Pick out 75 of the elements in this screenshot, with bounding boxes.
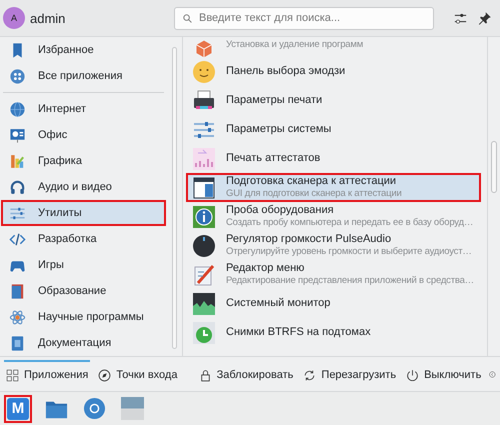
footer-tab[interactable]: Точки входа [96, 360, 180, 388]
app-item[interactable]: Подготовка сканера к аттестации GUI для подготовки сканера к аттестации [186, 173, 481, 202]
search-icon [182, 12, 193, 24]
app-description: Создать пробу компьютера и передать ее в базу оборуд… [226, 217, 474, 229]
code-icon [9, 230, 26, 248]
app-item[interactable]: Регулятор громкости PulseAudio Отрегулируйте уровень громкости и выберите аудиоуст… [186, 231, 481, 260]
session-button[interactable]: Выключить [404, 360, 484, 388]
book-icon [9, 282, 26, 300]
power-icon [406, 368, 420, 382]
sidebar-item[interactable]: Все приложения [1, 63, 166, 89]
app-name: Параметры системы [226, 123, 332, 136]
app-item[interactable]: Системный монитор [186, 289, 481, 318]
app-name: Регулятор громкости PulseAudio [226, 233, 392, 246]
scrollbar[interactable] [172, 47, 177, 349]
scrollbar[interactable] [491, 141, 497, 193]
app-description: GUI для подготовки сканера к аттестации [226, 188, 402, 200]
grid-icon [6, 368, 19, 382]
app-name: Панель выбора эмодзи [226, 65, 346, 78]
sidebar-item[interactable]: Избранное [1, 37, 166, 63]
smiley-icon [192, 60, 216, 84]
pin-icon[interactable] [477, 10, 492, 26]
app-item[interactable]: Снимки BTRFS на подтомах [186, 318, 481, 347]
app-name: Проба оборудования [226, 204, 335, 217]
user-name: admin [30, 10, 66, 26]
app-description: Отрегулируйте уровень громкости и выберите аудиоуст… [226, 246, 472, 258]
app-item[interactable]: Редактор меню Редактирование представления приложений в средства… [186, 260, 481, 289]
knob-icon [192, 234, 216, 258]
lock-icon [198, 368, 212, 382]
taskbar-item[interactable] [118, 394, 146, 422]
presentation-icon [9, 126, 26, 144]
session-button[interactable]: Перезагрузить [301, 360, 398, 388]
browser-icon [82, 397, 106, 420]
app-name: Редактор меню [226, 262, 306, 275]
app-item[interactable]: Проба оборудования Создать пробу компьютера и передать ее в базу оборуд… [186, 202, 481, 231]
app-name: Параметры печати [226, 94, 322, 107]
sidebar-item[interactable]: Утилиты [1, 200, 166, 226]
atom-icon [9, 308, 26, 326]
footer-tab[interactable]: Приложения [4, 360, 90, 388]
app-name: Печать аттестатов [226, 152, 320, 165]
sidebar-item[interactable]: Интернет [1, 96, 166, 122]
document-icon [9, 334, 26, 352]
window-thumbnail [120, 397, 144, 420]
session-button[interactable]: Заблокировать [196, 360, 296, 388]
sidebar-item[interactable]: Графика [1, 148, 166, 174]
app-name: Снимки BTRFS на подтомах [226, 326, 371, 339]
compass-icon [98, 368, 112, 382]
app-description: Редактирование представления приложений в средства… [226, 275, 474, 287]
app-name: Системный монитор [226, 297, 330, 310]
chart-icon [192, 146, 216, 170]
user-avatar[interactable]: A [3, 7, 25, 29]
search-field[interactable]: Введите текст для поиска... [174, 6, 434, 30]
launcher-button[interactable]: M [4, 394, 32, 422]
sidebar-item[interactable]: Документация [1, 330, 166, 356]
sidebar-item[interactable]: Игры [1, 252, 166, 278]
pen-icon [192, 262, 216, 286]
app-description: Установка и удаление программ [226, 39, 364, 51]
app-item[interactable]: Параметры системы [186, 115, 481, 144]
globe-icon [9, 100, 26, 118]
clock-icon [192, 320, 216, 344]
window-icon [192, 176, 216, 200]
sidebar-item[interactable]: Офис [1, 122, 166, 148]
app-name: Подготовка сканера к аттестации [226, 175, 398, 188]
app-item[interactable]: Параметры печати [186, 86, 481, 115]
sidebar-item[interactable]: Научные программы [1, 304, 166, 330]
headphones-icon [9, 178, 26, 196]
sidebar-item[interactable]: Образование [1, 278, 166, 304]
palette-icon [9, 152, 26, 170]
refresh-icon [303, 368, 316, 382]
sidebar-item[interactable]: Аудио и видео [1, 174, 166, 200]
sidebar-item[interactable]: Разработка [1, 226, 166, 252]
monitor-icon [192, 292, 216, 316]
grid-icon [9, 68, 26, 84]
app-item[interactable]: Панель выбора эмодзи [186, 57, 481, 86]
app-item[interactable]: Печать аттестатов [186, 144, 481, 173]
info-icon [192, 204, 216, 228]
